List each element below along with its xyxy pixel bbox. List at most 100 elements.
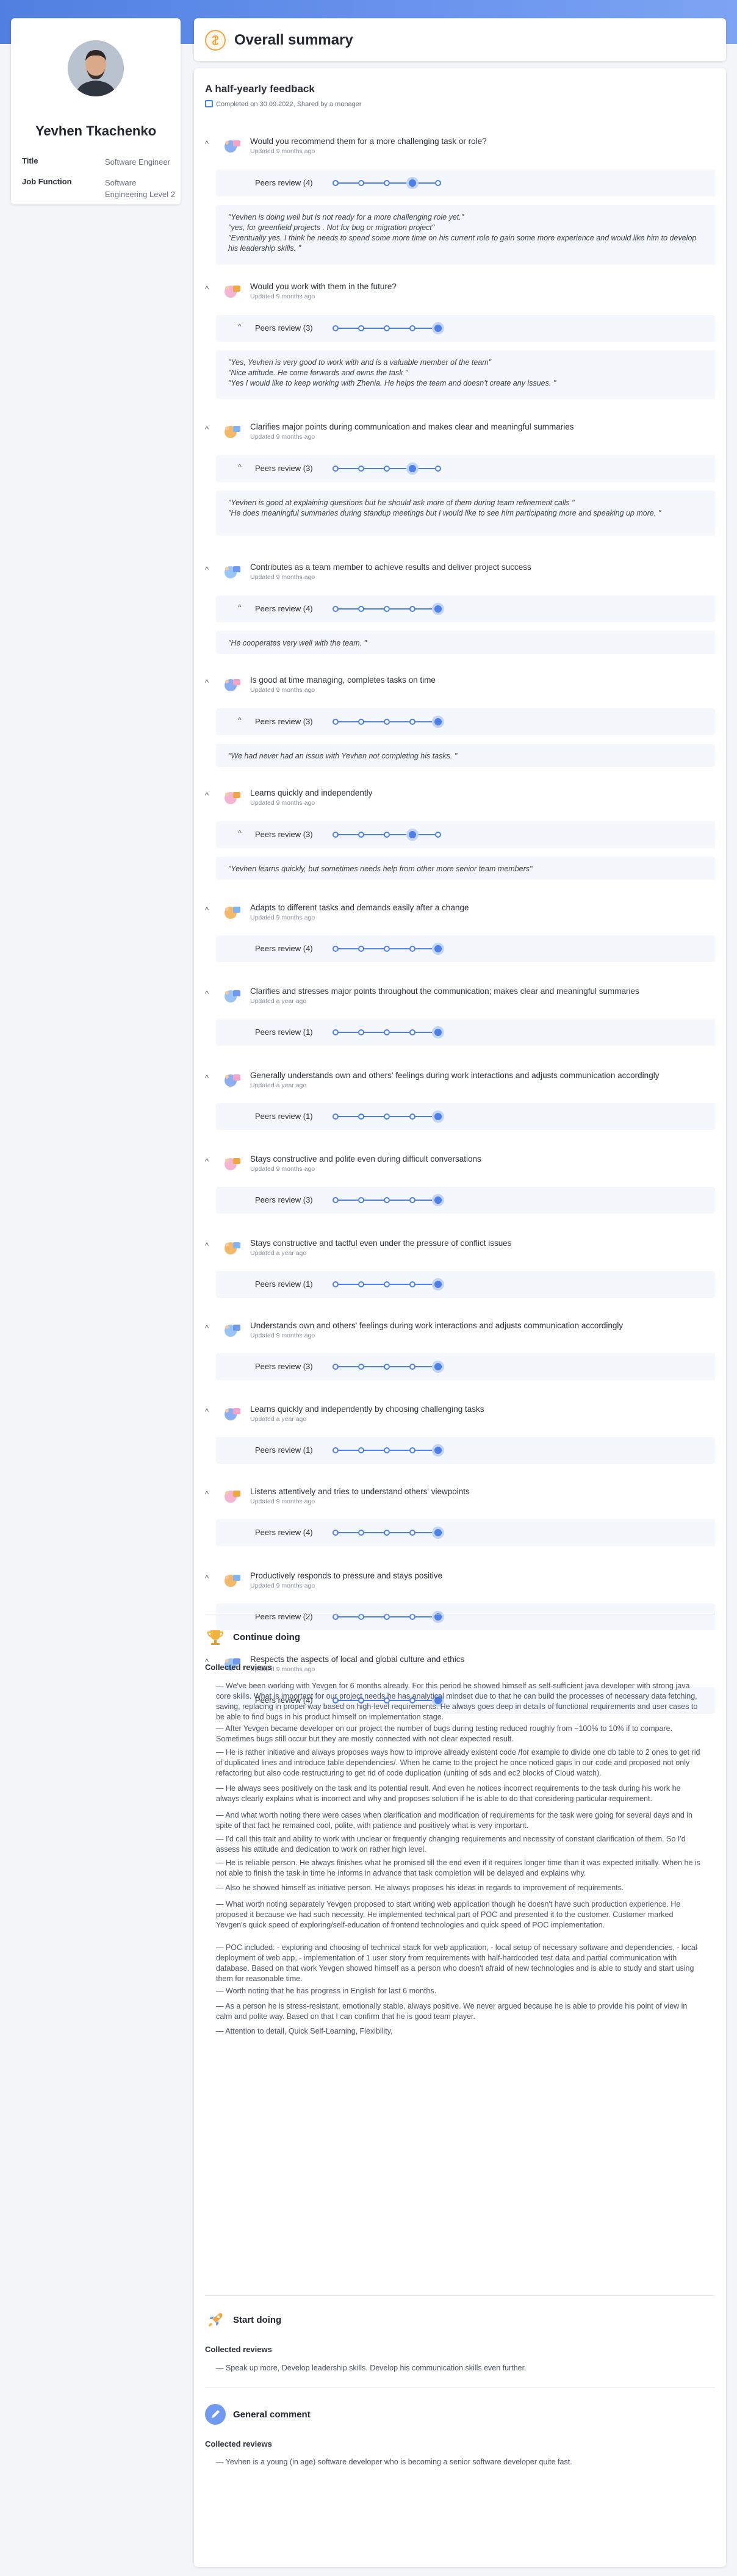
rating-dot xyxy=(333,832,339,838)
question-updated: Updated a year ago xyxy=(250,1250,307,1257)
peer-comment: "Yevhen is good at explaining questions … xyxy=(228,498,575,507)
question-title: Understands own and others' feelings dur… xyxy=(250,1321,624,1330)
peers-review-row[interactable]: Peers review (4) xyxy=(216,935,715,962)
rating-dot xyxy=(384,946,390,952)
peers-review-row[interactable]: ^ Peers review (4) xyxy=(216,595,715,622)
rating-dot xyxy=(358,1447,364,1453)
rating-dot xyxy=(384,1281,390,1287)
peers-review-row[interactable]: Peers review (1) xyxy=(216,1019,715,1046)
rating-dot xyxy=(384,719,390,725)
chevron-up-icon[interactable]: ^ xyxy=(238,716,242,724)
peer-comment: "He does meaningful summaries during sta… xyxy=(228,509,661,517)
chevron-up-icon[interactable]: ^ xyxy=(205,1407,215,1416)
rating-dot xyxy=(435,832,441,838)
review-item: — He always sees positively on the task … xyxy=(216,1784,681,1803)
general-comment-title: General comment xyxy=(233,2409,311,2420)
page-title: Overall summary xyxy=(234,32,353,48)
question-illustration-icon xyxy=(222,987,242,1005)
peers-review-row[interactable]: ^ Peers review (3) xyxy=(216,821,715,848)
chevron-up-icon[interactable]: ^ xyxy=(205,989,215,998)
rating-dot xyxy=(358,325,364,331)
chevron-up-icon[interactable]: ^ xyxy=(205,1241,215,1250)
rating-dot xyxy=(409,1364,415,1370)
peers-review-row[interactable]: ^ Peers review (3) xyxy=(216,455,715,482)
peer-comment: "We had never had an issue with Yevhen n… xyxy=(228,752,458,760)
question-updated: Updated a year ago xyxy=(250,1082,307,1089)
peer-comment: "Yes, Yevhen is very good to work with a… xyxy=(228,358,492,367)
feedback-panel: A half-yearly feedback Completed on 30.0… xyxy=(194,68,726,2567)
peers-review-label: Peers review (1) xyxy=(255,1112,313,1121)
rating-dot xyxy=(409,1614,415,1620)
peers-review-row[interactable]: Peers review (1) xyxy=(216,1271,715,1298)
review-item: — Also he showed himself as initiative p… xyxy=(216,1883,624,1892)
peers-review-row[interactable]: ^ Peers review (3) xyxy=(216,708,715,735)
peers-review-label: Peers review (4) xyxy=(255,944,313,953)
chevron-up-icon[interactable]: ^ xyxy=(205,284,215,293)
rating-selected xyxy=(432,1611,444,1623)
question-title: Clarifies major points during communicat… xyxy=(250,422,574,431)
question-updated: Updated a year ago xyxy=(250,998,307,1005)
rating-dot xyxy=(384,1114,390,1120)
rating-dot xyxy=(333,1447,339,1453)
question-updated: Updated 9 months ago xyxy=(250,574,315,581)
peers-review-label: Peers review (1) xyxy=(255,1027,313,1037)
peers-review-row[interactable]: Peers review (1) xyxy=(216,1437,715,1464)
rating-dot xyxy=(384,1530,390,1536)
rating-slider xyxy=(333,462,441,475)
peers-review-label: Peers review (3) xyxy=(255,717,313,726)
chevron-up-icon[interactable]: ^ xyxy=(238,322,242,331)
general-comment-subtitle: Collected reviews xyxy=(205,2439,272,2448)
peers-review-row[interactable]: Peers review (3) xyxy=(216,1353,715,1380)
peers-review-row[interactable]: Peers review (4) xyxy=(216,170,715,196)
chevron-up-icon[interactable]: ^ xyxy=(205,565,215,574)
chevron-up-icon[interactable]: ^ xyxy=(205,139,215,148)
rating-dot xyxy=(333,1281,339,1287)
chevron-up-icon[interactable]: ^ xyxy=(205,1574,215,1583)
peers-review-row[interactable]: Peers review (1) xyxy=(216,1103,715,1130)
chevron-up-icon[interactable]: ^ xyxy=(238,603,242,611)
chevron-up-icon[interactable]: ^ xyxy=(205,1489,215,1498)
chevron-up-icon[interactable]: ^ xyxy=(205,1323,215,1333)
rating-dot xyxy=(333,1530,339,1536)
rating-slider xyxy=(333,829,441,841)
rating-dot xyxy=(384,606,390,612)
chevron-up-icon[interactable]: ^ xyxy=(238,829,242,837)
question-updated: Updated 9 months ago xyxy=(250,1165,315,1173)
rating-dot xyxy=(409,325,415,331)
chevron-up-icon[interactable]: ^ xyxy=(205,791,215,800)
question-illustration-icon xyxy=(222,1571,242,1589)
title-value: Software Engineer xyxy=(105,157,170,167)
question-title: Productively responds to pressure and st… xyxy=(250,1571,443,1580)
peer-comments: "Yevhen is good at explaining questions … xyxy=(216,491,715,536)
section-divider xyxy=(205,2295,715,2296)
feedback-meta: Completed on 30.09.2022, Shared by a man… xyxy=(205,100,362,108)
chevron-up-icon[interactable]: ^ xyxy=(205,1157,215,1166)
rating-dot xyxy=(358,1197,364,1203)
rating-dot xyxy=(409,606,415,612)
question-title: Listens attentively and tries to underst… xyxy=(250,1487,470,1496)
question-illustration-icon xyxy=(222,422,242,441)
title-label: Title xyxy=(22,156,38,165)
question-illustration-icon xyxy=(222,1071,242,1089)
review-item: — After Yevgen became developer on our p… xyxy=(216,1724,673,1743)
peers-review-row[interactable]: Peers review (3) xyxy=(216,1187,715,1214)
question-updated: Updated 9 months ago xyxy=(250,686,315,694)
chevron-up-icon[interactable]: ^ xyxy=(205,678,215,687)
peers-review-row[interactable]: ^ Peers review (3) xyxy=(216,315,715,342)
chevron-up-icon[interactable]: ^ xyxy=(205,1073,215,1082)
question-title: Is good at time managing, completes task… xyxy=(250,675,436,685)
chevron-up-icon[interactable]: ^ xyxy=(205,425,215,434)
peers-review-row[interactable]: Peers review (2) xyxy=(216,1603,715,1630)
peers-review-row[interactable]: Peers review (4) xyxy=(216,1519,715,1546)
question-updated: Updated 9 months ago xyxy=(250,799,315,807)
rating-dot xyxy=(358,1029,364,1035)
rating-dot xyxy=(358,946,364,952)
question-title: Contributes as a team member to achieve … xyxy=(250,563,531,572)
chevron-up-icon[interactable]: ^ xyxy=(238,462,242,471)
peers-review-label: Peers review (3) xyxy=(255,1195,313,1204)
rating-dot xyxy=(358,719,364,725)
chevron-up-icon[interactable]: ^ xyxy=(205,905,215,915)
question-updated: Updated 9 months ago xyxy=(250,1332,315,1339)
rating-dot xyxy=(409,1114,415,1120)
review-item: — As a person he is stress-resistant, em… xyxy=(216,2002,688,2021)
